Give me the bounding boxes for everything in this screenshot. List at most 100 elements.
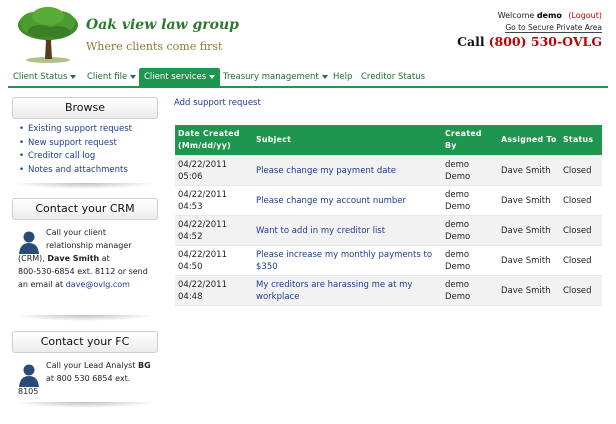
col-date-created[interactable]: Date Created (Mm/dd/yy) xyxy=(175,125,253,156)
creditor-call-log-link[interactable]: Creditor call log xyxy=(28,151,95,161)
subject-link[interactable]: Please change my payment date xyxy=(253,155,442,186)
crm-line: an email at dave@ovlg.com xyxy=(18,278,158,291)
table-row[interactable]: 04/22/2011 04:52 Want to add in my credit… xyxy=(175,215,602,246)
nav-help[interactable]: Help xyxy=(333,68,352,86)
status: Closed xyxy=(560,245,602,276)
call-label: Call xyxy=(457,34,485,49)
chevron-down-icon xyxy=(321,74,328,79)
person-silhouette-icon xyxy=(19,231,39,254)
created-by: demo Demo xyxy=(442,245,498,276)
assigned-to: Dave Smith xyxy=(498,275,560,306)
status: Closed xyxy=(560,275,602,306)
col-created-by[interactable]: Created By xyxy=(442,125,498,156)
subject-link[interactable]: My creditors are harassing me at my work… xyxy=(253,275,442,306)
browse-panel: Browse Existing support request New supp… xyxy=(12,97,158,189)
assigned-to: Dave Smith xyxy=(498,245,560,276)
crm-body: Call your client relationship manager (C… xyxy=(12,226,158,291)
existing-support-request-link[interactable]: Existing support request xyxy=(28,124,132,134)
status: Closed xyxy=(560,155,602,186)
contact-fc-panel: Contact your FC Call your Lead Analyst B… xyxy=(12,331,158,408)
subject-link[interactable]: Please increase my monthly payments to $… xyxy=(253,245,442,276)
nav-label: Client services xyxy=(144,72,207,82)
nav-treasury-management[interactable]: Treasury management xyxy=(223,68,328,86)
crm-line-part: at xyxy=(101,254,110,263)
col-subject[interactable]: Subject xyxy=(253,125,442,156)
fc-line-part: Call your Lead Analyst xyxy=(46,361,136,370)
table-row[interactable]: 04/22/2011 04:53 Please change my account… xyxy=(175,185,602,216)
nav-creditor-status[interactable]: Creditor Status xyxy=(361,68,425,86)
date-cell: 04/22/2011 04:53 xyxy=(175,185,253,216)
crm-line-part: an email at xyxy=(18,280,64,289)
assigned-to: Dave Smith xyxy=(498,155,560,186)
contact-crm-panel: Contact your CRM Call your client relati… xyxy=(12,198,158,321)
divider xyxy=(12,315,158,321)
time: 04:52 xyxy=(178,231,203,242)
list-item: New support request xyxy=(19,137,158,151)
logout-link[interactable]: (Logout) xyxy=(568,11,602,20)
status: Closed xyxy=(560,215,602,246)
nav-label: Creditor Status xyxy=(361,72,426,82)
chevron-down-icon xyxy=(70,74,77,79)
list-item: Notes and attachments xyxy=(19,164,158,178)
time: 04:53 xyxy=(178,201,203,212)
welcome-message: Welcome demo (Logout) xyxy=(498,11,602,20)
browse-links: Existing support request New support req… xyxy=(12,123,158,177)
time: 05:06 xyxy=(178,171,203,182)
brand-name: Oak view law group xyxy=(86,17,239,33)
nav-client-file[interactable]: Client file xyxy=(87,68,137,86)
nav-label: Client file xyxy=(87,72,128,82)
time: 04:50 xyxy=(178,261,203,272)
crm-manager-name: Dave Smith xyxy=(47,254,100,263)
subject-link[interactable]: Want to add in my creditor list xyxy=(253,215,442,246)
date: 04/22/2011 xyxy=(178,219,227,230)
fc-analyst-name: BG xyxy=(138,361,151,370)
date-cell: 04/22/2011 04:52 xyxy=(175,215,253,246)
brand-tagline: Where clients come first xyxy=(86,40,223,53)
col-status[interactable]: Status xyxy=(560,125,602,156)
add-support-request-link[interactable]: Add support request xyxy=(174,98,261,108)
oak-tree-logo-icon[interactable] xyxy=(14,5,82,63)
list-item: Existing support request xyxy=(19,123,158,137)
created-by: demo Demo xyxy=(442,215,498,246)
nav-label: Client Status xyxy=(13,72,68,82)
table-row[interactable]: 04/22/2011 04:50 Please increase my month… xyxy=(175,245,602,276)
date: 04/22/2011 xyxy=(178,249,227,260)
welcome-prefix: Welcome xyxy=(497,11,535,20)
table-row[interactable]: 04/22/2011 04:48 My creditors are harassi… xyxy=(175,275,602,306)
secure-area-link[interactable]: Go to Secure Private Area xyxy=(505,23,602,33)
fc-title: Contact your FC xyxy=(12,331,158,353)
new-support-request-link[interactable]: New support request xyxy=(28,138,117,148)
date-cell: 04/22/2011 04:50 xyxy=(175,245,253,276)
browse-title: Browse xyxy=(12,97,158,119)
support-requests-table: Date Created (Mm/dd/yy) Subject Created … xyxy=(175,125,602,306)
table-row[interactable]: 04/22/2011 05:06 Please change my payment… xyxy=(175,155,602,186)
call-phone: Call (800) 530-OVLG xyxy=(457,34,602,49)
phone-number: (800) 530-OVLG xyxy=(488,34,602,49)
main-nav: Client Status Client file Client service… xyxy=(8,68,608,88)
date: 04/22/2011 xyxy=(178,279,227,290)
status: Closed xyxy=(560,185,602,216)
date: 04/22/2011 xyxy=(178,159,227,170)
time: 04:48 xyxy=(178,291,203,302)
site-header: Oak view law group Where clients come fi… xyxy=(0,0,616,68)
fc-body: Call your Lead Analyst BG at 800 530 685… xyxy=(12,359,158,398)
subject-link[interactable]: Please change my account number xyxy=(253,185,442,216)
col-assigned-to[interactable]: Assigned To xyxy=(498,125,560,156)
assigned-to: Dave Smith xyxy=(498,215,560,246)
crm-email-link[interactable]: dave@ovlg.com xyxy=(66,280,130,289)
created-by: demo Demo xyxy=(442,155,498,186)
list-item: Creditor call log xyxy=(19,150,158,164)
nav-label: Treasury management xyxy=(223,72,319,82)
crm-title: Contact your CRM xyxy=(12,198,158,220)
nav-client-services[interactable]: Client services xyxy=(139,68,221,86)
date: 04/22/2011 xyxy=(178,189,227,200)
chevron-down-icon xyxy=(130,74,137,79)
crm-line: 800-530-6854 ext. 8112 or send xyxy=(18,267,148,276)
date-cell: 04/22/2011 05:06 xyxy=(175,155,253,186)
divider xyxy=(12,183,158,189)
notes-attachments-link[interactable]: Notes and attachments xyxy=(28,165,128,175)
nav-client-status[interactable]: Client Status xyxy=(13,68,77,86)
divider xyxy=(12,402,158,408)
username: demo xyxy=(536,11,562,20)
nav-label: Help xyxy=(333,72,353,82)
